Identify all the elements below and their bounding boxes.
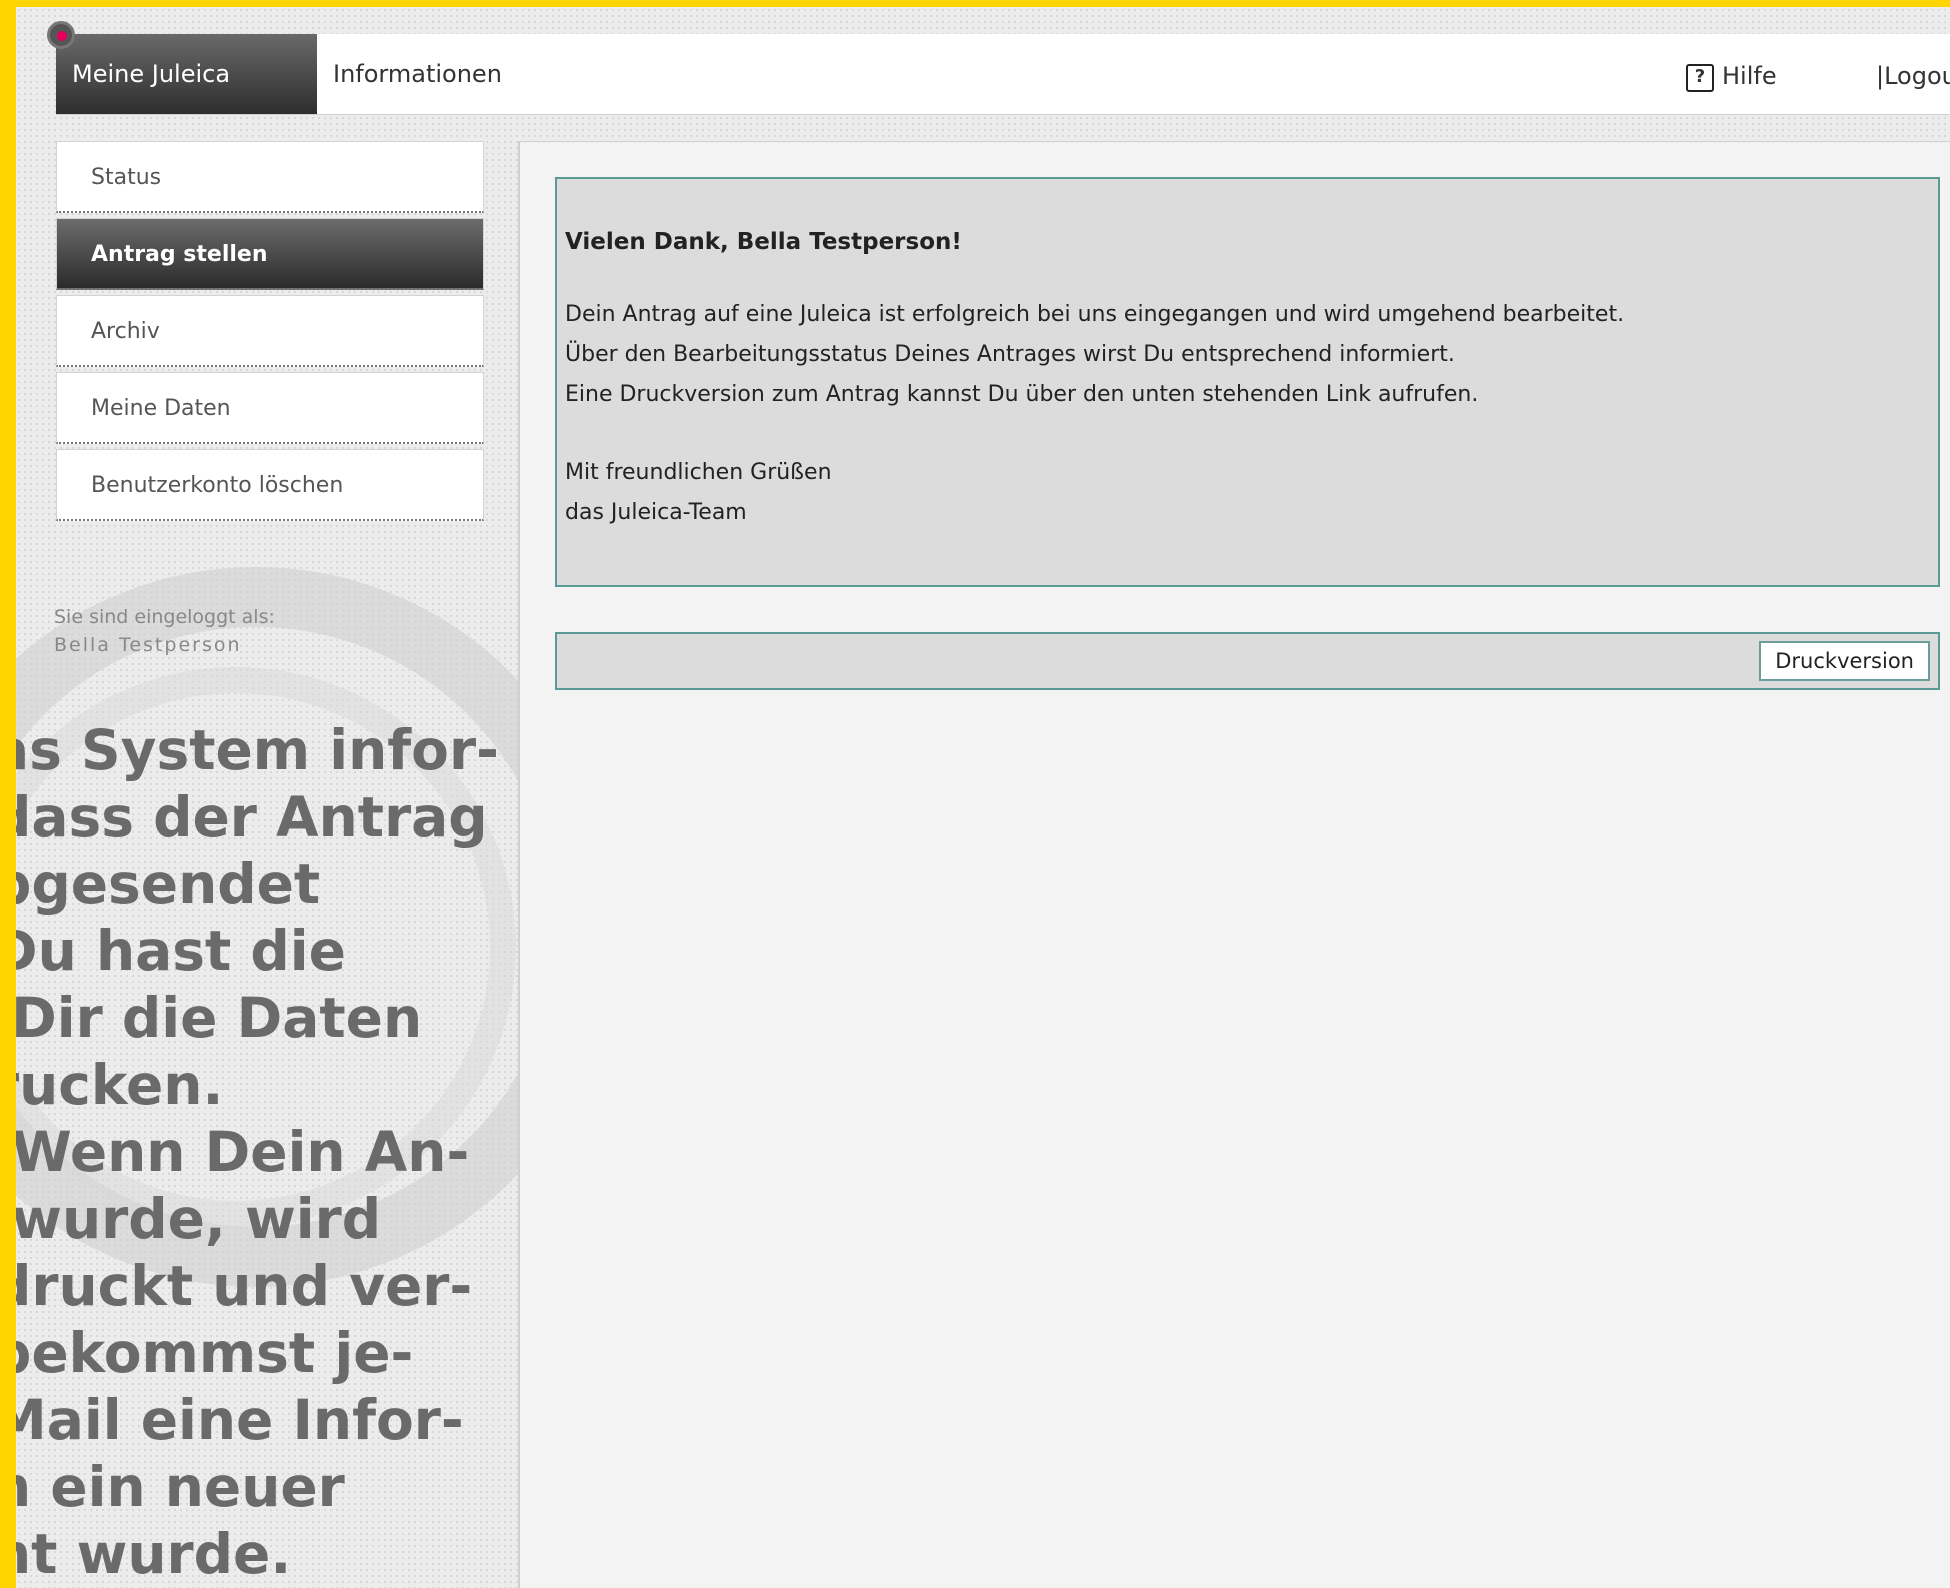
main-content: Vielen Dank, Bella Testperson! Dein Antr…	[518, 141, 1950, 1588]
tab-informationen[interactable]: Informationen	[317, 34, 518, 114]
record-indicator-icon	[47, 21, 75, 49]
help-link[interactable]: ? Hilfe	[1686, 34, 1777, 114]
print-bar: Druckversion	[555, 632, 1940, 690]
message-closing: Mit freundlichen Grüßen	[565, 460, 832, 485]
login-info: Sie sind eingeloggt als: Bella Testperso…	[54, 603, 275, 659]
sidebar-item-antrag-stellen[interactable]: Antrag stellen	[56, 218, 484, 290]
tab-meine-juleica[interactable]: Meine Juleica	[56, 34, 317, 114]
sidebar: Status Antrag stellen Archiv Meine Daten…	[56, 141, 484, 526]
sidebar-item-benutzerkonto-loeschen[interactable]: Benutzerkonto löschen	[56, 449, 484, 521]
login-username: Bella Testperson	[54, 634, 242, 656]
logout-link[interactable]: |Logout	[1876, 34, 1950, 114]
overlay-help-text: as System infor- dass der Antrag bgesend…	[16, 718, 499, 1586]
top-navigation-bar: Meine Juleica Informationen ? Hilfe |Logo…	[56, 34, 1950, 115]
sidebar-item-status[interactable]: Status	[56, 141, 484, 213]
sidebar-item-archiv[interactable]: Archiv	[56, 295, 484, 367]
confirmation-message-box: Vielen Dank, Bella Testperson! Dein Antr…	[555, 177, 1940, 587]
message-signature: das Juleica-Team	[565, 500, 747, 525]
page: Meine Juleica Informationen ? Hilfe |Logo…	[16, 7, 1950, 1588]
print-version-button[interactable]: Druckversion	[1759, 641, 1930, 681]
help-label: Hilfe	[1722, 62, 1777, 90]
message-line: Eine Druckversion zum Antrag kannst Du ü…	[565, 382, 1479, 407]
login-label: Sie sind eingeloggt als:	[54, 606, 275, 628]
message-title: Vielen Dank, Bella Testperson!	[565, 229, 962, 255]
help-icon: ?	[1686, 64, 1714, 92]
sidebar-item-meine-daten[interactable]: Meine Daten	[56, 372, 484, 444]
message-line: Dein Antrag auf eine Juleica ist erfolgr…	[565, 302, 1625, 327]
message-line: Über den Bearbeitungsstatus Deines Antra…	[565, 342, 1455, 367]
